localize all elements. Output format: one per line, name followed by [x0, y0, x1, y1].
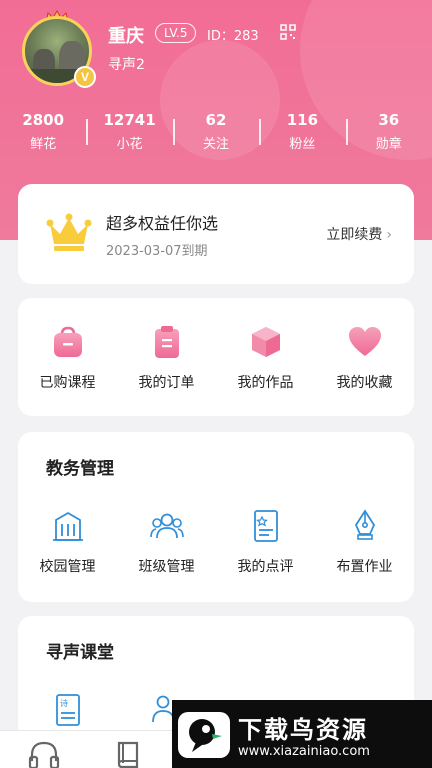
quick-link-label: 我的作品 — [237, 375, 294, 391]
my-favorites-button[interactable]: 我的收藏 — [315, 324, 414, 392]
vip-card[interactable]: 超多权益任你选 2023-03-07到期 立即续费 › — [18, 184, 414, 284]
renew-label: 立即续费 — [326, 227, 383, 243]
stat-label: 关注 — [202, 136, 229, 152]
qr-code-icon[interactable] — [280, 24, 296, 40]
stat-medals[interactable]: 36 勋章 — [345, 110, 432, 152]
stat-label: 小花 — [116, 136, 143, 152]
vip-title: 超多权益任你选 — [106, 214, 219, 233]
classroom-poem-button[interactable]: 诗 — [18, 692, 117, 728]
watermark-logo — [178, 712, 230, 758]
user-id: ID：283 — [207, 29, 259, 44]
class-management-button[interactable]: 班级管理 — [117, 508, 216, 576]
my-orders-button[interactable]: 我的订单 — [117, 324, 216, 392]
stat-label: 粉丝 — [289, 136, 316, 152]
assign-homework-button[interactable]: 布置作业 — [315, 508, 414, 576]
vip-expire-date: 2023-03-07到期 — [106, 244, 208, 259]
stat-value: 12741 — [103, 110, 156, 129]
section-title: 教务管理 — [46, 459, 114, 479]
stat-fans[interactable]: 116 粉丝 — [259, 111, 345, 152]
stat-value: 2800 — [22, 110, 65, 129]
avatar[interactable]: V — [18, 10, 98, 90]
heart-icon — [348, 327, 381, 356]
watermark-title: 下载鸟资源 — [238, 716, 368, 744]
my-works-button[interactable]: 我的作品 — [216, 324, 315, 392]
chevron-right-icon: › — [386, 227, 392, 243]
stat-following[interactable]: 62 关注 — [172, 110, 259, 152]
user-subtitle: 寻声2 — [108, 57, 145, 73]
purchased-courses-button[interactable]: 已购课程 — [18, 324, 117, 392]
clipboard-icon — [154, 326, 179, 358]
stat-label: 鲜花 — [30, 136, 57, 152]
stat-value: 62 — [205, 110, 227, 129]
cube-icon — [251, 327, 280, 357]
stat-flowers[interactable]: 2800 鲜花 — [0, 111, 86, 152]
svg-text:诗: 诗 — [60, 698, 68, 708]
bird-logo-icon — [189, 719, 222, 752]
stat-value: 116 — [286, 110, 319, 129]
stat-small-flowers[interactable]: 12741 小花 — [86, 111, 172, 152]
edu-item-label: 我的点评 — [237, 559, 294, 575]
headphones-icon[interactable] — [28, 739, 60, 768]
stat-value: 36 — [378, 110, 400, 129]
edu-item-label: 布置作业 — [336, 559, 393, 575]
quick-link-label: 已购课程 — [39, 375, 96, 391]
group-icon — [149, 513, 184, 539]
quick-links-card: 已购课程 我的订单 我的作品 我的收藏 — [18, 298, 414, 416]
edu-management-card: 教务管理 校园管理 班级管理 我的点评 布置作业 — [18, 432, 414, 602]
vip-badge: V — [74, 66, 96, 88]
campus-management-button[interactable]: 校园管理 — [18, 508, 117, 576]
section-title: 寻声课堂 — [46, 643, 114, 663]
username: 重庆 — [108, 26, 144, 47]
stat-label: 勋章 — [375, 136, 402, 152]
poem-doc-icon: 诗 — [55, 694, 80, 726]
level-badge: LV.5 — [155, 23, 197, 43]
edu-item-label: 校园管理 — [39, 559, 96, 575]
watermark-url: www.xiazainiao.com — [238, 744, 370, 759]
stats-bar: 2800 鲜花 12741 小花 62 关注 116 粉丝 36 勋章 — [0, 106, 432, 156]
book-icon[interactable] — [114, 739, 144, 768]
building-icon — [52, 511, 83, 541]
my-reviews-button[interactable]: 我的点评 — [216, 508, 315, 576]
crown-icon — [46, 213, 92, 251]
quick-link-label: 我的订单 — [138, 375, 195, 391]
review-doc-icon — [253, 510, 278, 542]
edu-item-label: 班级管理 — [138, 559, 195, 575]
renew-button[interactable]: 立即续费 › — [326, 224, 392, 244]
quick-link-label: 我的收藏 — [336, 375, 393, 391]
pen-nib-icon — [354, 509, 375, 540]
watermark-banner: 下载鸟资源 www.xiazainiao.com — [172, 700, 432, 768]
bag-icon — [53, 326, 82, 357]
